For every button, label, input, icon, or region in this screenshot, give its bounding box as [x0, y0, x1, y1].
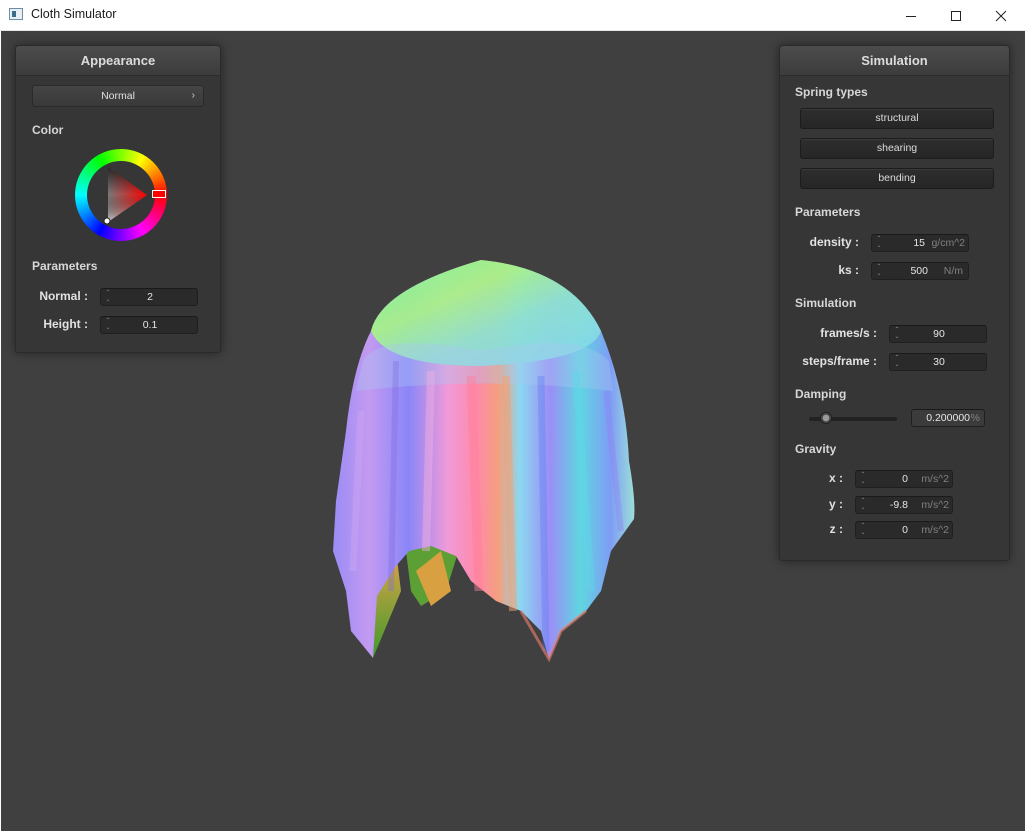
structural-button[interactable]: structural [800, 108, 994, 129]
bending-button[interactable]: bending [800, 168, 994, 189]
hue-ring-selector[interactable] [152, 190, 166, 198]
appearance-panel: Appearance Normal › Color Parameters Nor… [15, 45, 221, 353]
color-wheel-picker[interactable] [75, 149, 167, 241]
density-input[interactable]: ⌃ ⌄ 15 g/cm^2 [871, 234, 969, 252]
height-input[interactable]: ⌃ ⌄ 0.1 [100, 316, 198, 334]
shearing-button[interactable]: shearing [800, 138, 994, 159]
gravity-label: Gravity [795, 442, 837, 456]
window-title: Cloth Simulator [31, 7, 117, 21]
spinner-arrows-icon[interactable]: ⌃ ⌄ [860, 523, 866, 537]
gravity-x-label: x : [828, 471, 843, 485]
gravity-z-label: z : [829, 522, 843, 536]
minimize-button[interactable] [888, 0, 934, 31]
title-bar[interactable]: Cloth Simulator [0, 0, 1026, 31]
gravity-z-input[interactable]: ⌃ ⌄ 0 m/s^2 [855, 521, 953, 539]
sim-parameters-label: Parameters [795, 205, 861, 219]
height-label: Height : [43, 317, 88, 331]
color-section-label: Color [32, 123, 64, 137]
appearance-panel-title: Appearance [16, 46, 220, 76]
normal-label: Normal : [39, 289, 88, 303]
gravity-y-input[interactable]: ⌃ ⌄ -9.8 m/s^2 [855, 496, 953, 514]
density-label: density : [809, 235, 859, 249]
chevron-right-icon: › [191, 90, 195, 101]
simulation-section-label: Simulation [795, 296, 857, 310]
gravity-x-input[interactable]: ⌃ ⌄ 0 m/s^2 [855, 470, 953, 488]
ks-label: ks : [838, 263, 859, 277]
simulation-panel-title: Simulation [780, 46, 1009, 76]
damping-label: Damping [795, 387, 847, 401]
shader-dropdown-label: Normal [101, 90, 135, 102]
app-window-icon [9, 8, 23, 20]
triangle-selector[interactable] [103, 217, 111, 225]
maximize-button[interactable] [933, 0, 979, 31]
damping-slider[interactable] [809, 412, 897, 426]
close-button[interactable] [978, 0, 1024, 31]
normal-input[interactable]: ⌃ ⌄ 2 [100, 288, 198, 306]
frames-per-second-input[interactable]: ⌃ ⌄ 90 [889, 325, 987, 343]
spinner-arrows-icon[interactable]: ⌃ ⌄ [876, 264, 882, 278]
maximize-icon [951, 10, 961, 21]
gravity-y-label: y : [828, 497, 843, 511]
damping-input[interactable]: 0.200000 % [911, 409, 985, 427]
shader-dropdown[interactable]: Normal › [32, 85, 204, 107]
damping-slider-knob[interactable] [820, 412, 832, 424]
steps-per-frame-input[interactable]: ⌃ ⌄ 30 [889, 353, 987, 371]
minimize-icon [906, 15, 916, 17]
close-icon [995, 10, 1007, 21]
spinner-arrows-icon[interactable]: ⌃ ⌄ [876, 236, 882, 250]
spring-types-label: Spring types [795, 85, 868, 99]
ks-input[interactable]: ⌃ ⌄ 500 N/m [871, 262, 969, 280]
appearance-parameters-label: Parameters [32, 259, 98, 273]
spinner-arrows-icon[interactable]: ⌃ ⌄ [860, 472, 866, 486]
frames-per-second-label: frames/s : [820, 326, 877, 340]
spinner-arrows-icon[interactable]: ⌃ ⌄ [860, 498, 866, 512]
simulation-panel: Simulation Spring types structural shear… [779, 45, 1010, 561]
steps-per-frame-label: steps/frame : [802, 354, 877, 368]
